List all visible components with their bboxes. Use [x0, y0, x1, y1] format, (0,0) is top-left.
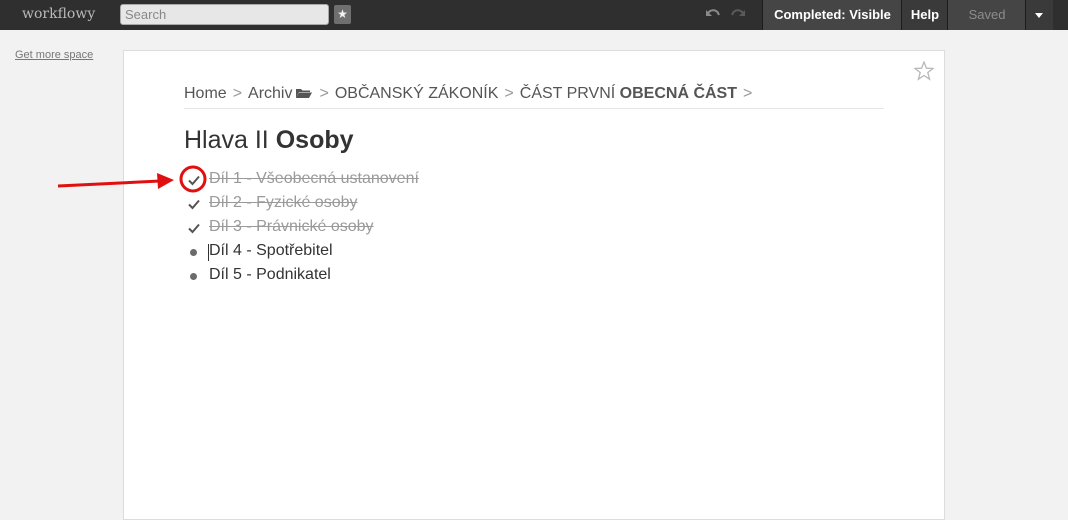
top-bar: workflowy ★ Completed: Visible Help Save…	[0, 0, 1068, 30]
search-input[interactable]	[121, 5, 325, 24]
breadcrumb-separator: >	[319, 85, 329, 102]
completed-visible-button[interactable]: Completed: Visible	[762, 0, 902, 30]
folder-icon	[296, 89, 313, 98]
document-page: Home > Archiv > OBČANSKÝ ZÁKONÍK > ČÁST PRVNÍ…	[123, 50, 945, 520]
breadcrumb-separator: >	[232, 85, 243, 102]
item-text[interactable]: Díl 1 - Všeobecná ustanovení	[209, 170, 419, 188]
list-item[interactable]: Díl 5 - Podnikatel	[184, 265, 784, 289]
chevron-down-icon	[1035, 13, 1043, 18]
bullet-icon[interactable]	[190, 249, 197, 256]
breadcrumb-separator: >	[743, 85, 753, 102]
starred-icon[interactable]: ★	[334, 5, 351, 24]
search-box[interactable]	[120, 4, 329, 25]
redo-icon[interactable]	[730, 8, 746, 20]
checkmark-icon[interactable]	[187, 197, 201, 211]
item-text[interactable]: Díl 2 - Fyzické osoby	[209, 194, 357, 212]
undo-icon[interactable]	[705, 8, 721, 20]
breadcrumb-obcansky-zakonik[interactable]: OBČANSKÝ ZÁKONÍK	[335, 85, 499, 102]
checkmark-icon[interactable]	[187, 221, 201, 235]
breadcrumb-archiv[interactable]: Archiv	[248, 85, 292, 102]
item-list: Díl 1 - Všeobecná ustanovení Díl 2 - Fyz…	[184, 169, 784, 289]
help-button[interactable]: Help	[901, 0, 948, 30]
bullet-icon[interactable]	[190, 273, 197, 280]
item-text[interactable]: Díl 5 - Podnikatel	[209, 266, 331, 284]
breadcrumb-home[interactable]: Home	[184, 85, 227, 102]
breadcrumb-separator: >	[504, 85, 514, 102]
breadcrumb: Home > Archiv > OBČANSKÝ ZÁKONÍK > ČÁST PRVNÍ…	[184, 85, 884, 109]
saved-status: Saved	[947, 0, 1026, 30]
page-title[interactable]: Hlava II Osoby	[184, 126, 354, 155]
list-item[interactable]: Díl 1 - Všeobecná ustanovení	[184, 169, 784, 193]
breadcrumb-cast-prvni[interactable]: ČÁST PRVNÍ OBECNÁ ČÁST	[520, 85, 737, 102]
checkmark-icon[interactable]	[187, 173, 201, 187]
list-item[interactable]: Díl 4 - Spotřebitel	[184, 241, 784, 265]
star-page-icon[interactable]	[914, 61, 934, 81]
settings-dropdown-button[interactable]	[1025, 0, 1053, 30]
item-text[interactable]: Díl 4 - Spotřebitel	[209, 242, 333, 260]
get-more-space-link[interactable]: Get more space	[15, 49, 93, 61]
item-text[interactable]: Díl 3 - Právnické osoby	[209, 218, 374, 236]
list-item[interactable]: Díl 3 - Právnické osoby	[184, 217, 784, 241]
list-item[interactable]: Díl 2 - Fyzické osoby	[184, 193, 784, 217]
app-logo[interactable]: workflowy	[22, 6, 95, 22]
